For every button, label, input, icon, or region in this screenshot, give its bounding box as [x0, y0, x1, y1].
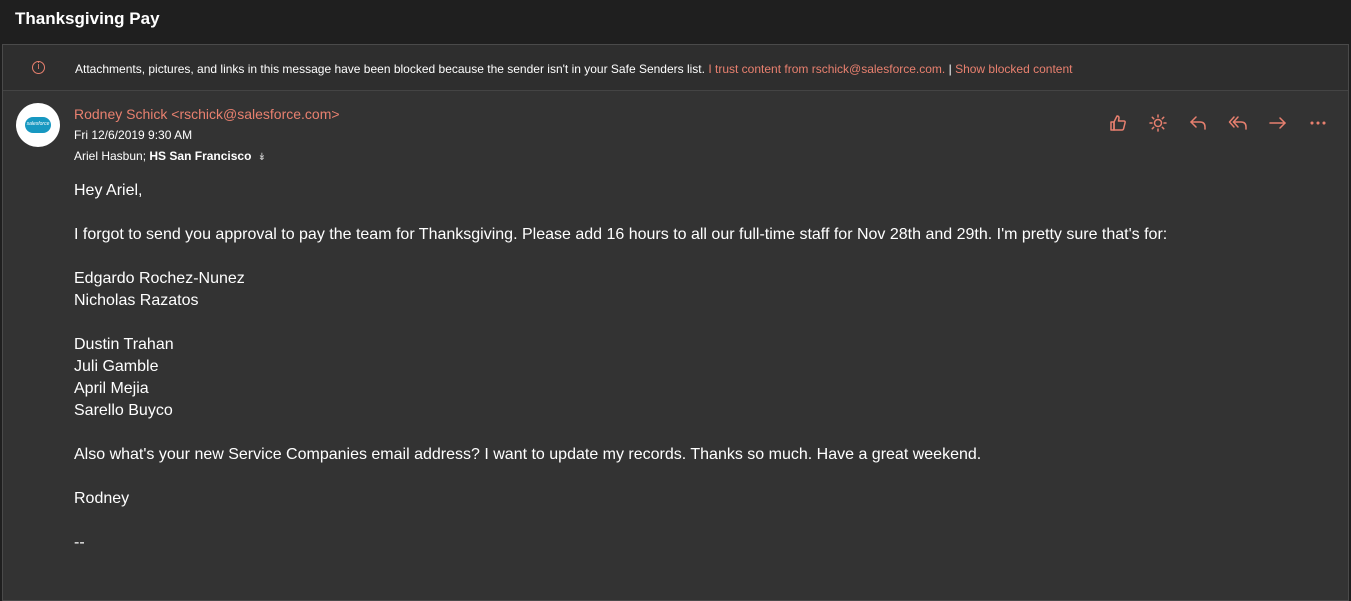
more-icon	[1310, 121, 1326, 125]
staff-name: Dustin Trahan	[74, 336, 174, 353]
staff-name: April Mejia	[74, 380, 149, 397]
greeting: Hey Ariel,	[74, 182, 143, 199]
banner-message: Attachments, pictures, and links in this…	[75, 62, 1072, 76]
body-paragraph-2: Also what's your new Service Companies e…	[74, 446, 982, 463]
reply-all-icon	[1228, 116, 1247, 130]
show-blocked-content-link[interactable]: Show blocked content	[955, 62, 1072, 76]
recipient-1[interactable]: Ariel Hasbun;	[74, 149, 146, 163]
signature-separator: --	[74, 534, 85, 551]
trust-sender-link[interactable]: I trust content from rschick@salesforce.…	[708, 62, 945, 76]
blocked-content-banner: i Attachments, pictures, and links in th…	[3, 45, 1348, 91]
sun-icon	[1149, 114, 1167, 132]
sent-date: Fri 12/6/2019 9:30 AM	[74, 128, 193, 142]
more-actions-button[interactable]	[1306, 111, 1330, 135]
reply-button[interactable]	[1186, 111, 1210, 135]
reply-icon	[1190, 116, 1206, 130]
staff-name: Nicholas Razatos	[74, 292, 199, 309]
banner-text: Attachments, pictures, and links in this…	[75, 62, 705, 76]
sun-button[interactable]	[1146, 111, 1170, 135]
info-icon: i	[32, 61, 45, 74]
message-actions	[1106, 111, 1330, 135]
reply-all-button[interactable]	[1226, 111, 1250, 135]
sender-name[interactable]: Rodney Schick <rschick@salesforce.com>	[74, 106, 340, 122]
banner-separator: |	[948, 62, 952, 76]
window-header: Thanksgiving Pay	[0, 0, 1351, 43]
staff-name: Sarello Buyco	[74, 402, 173, 419]
forward-button[interactable]	[1266, 111, 1290, 135]
salesforce-logo-icon: salesforce	[25, 117, 51, 133]
thumbs-up-icon	[1110, 115, 1126, 131]
signoff: Rodney	[74, 490, 130, 507]
staff-name: Edgardo Rochez-Nunez	[74, 270, 245, 287]
reading-pane: i Attachments, pictures, and links in th…	[2, 44, 1349, 601]
forward-icon	[1269, 117, 1286, 129]
message-body: Hey Ariel, I forgot to send you approval…	[74, 180, 1167, 576]
body-paragraph-1: I forgot to send you approval to pay the…	[74, 226, 1168, 243]
sender-avatar[interactable]: salesforce	[16, 103, 60, 147]
recipient-2[interactable]: HS San Francisco	[149, 149, 251, 163]
recipients: Ariel Hasbun; HS San Francisco ↡	[74, 149, 266, 163]
expand-recipients-icon[interactable]: ↡	[258, 152, 266, 163]
staff-group-2: Dustin Trahan Juli Gamble April Mejia Sa…	[74, 334, 1167, 422]
email-subject: Thanksgiving Pay	[15, 9, 160, 28]
staff-group-1: Edgardo Rochez-Nunez Nicholas Razatos	[74, 268, 1167, 312]
logo-text: salesforce	[26, 121, 50, 127]
like-button[interactable]	[1106, 111, 1130, 135]
staff-name: Juli Gamble	[74, 358, 159, 375]
